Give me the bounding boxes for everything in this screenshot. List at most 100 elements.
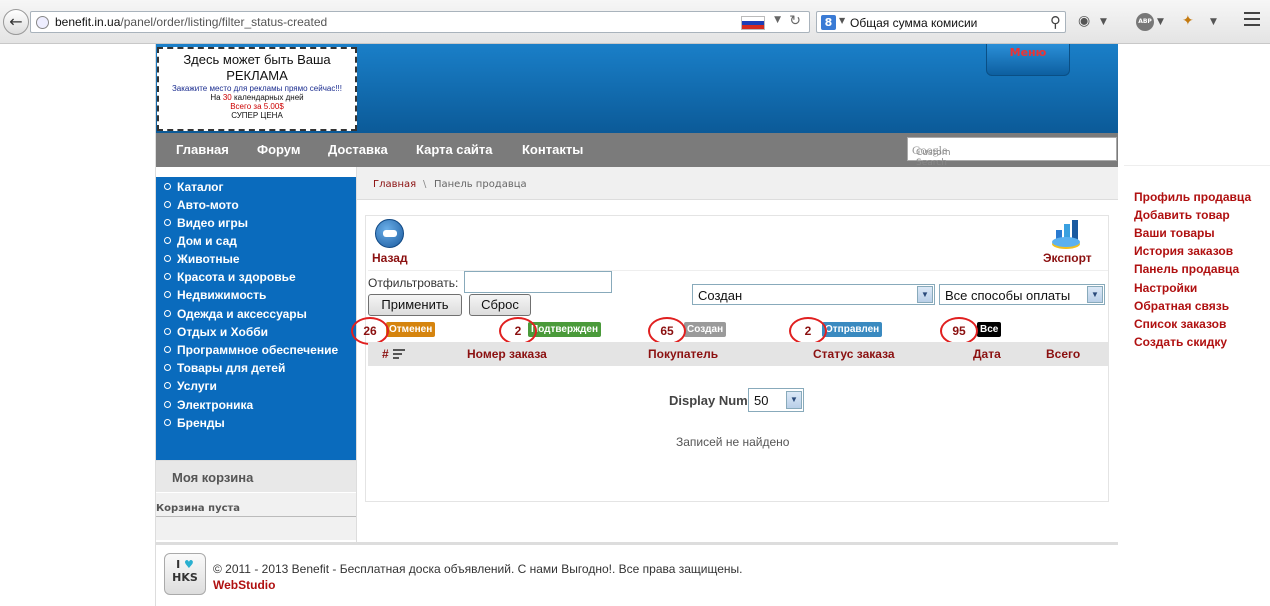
sort-icon[interactable] [393,349,405,361]
nav-forum[interactable]: Форум [257,142,300,157]
ad-title: Здесь может быть Ваша РЕКЛАМА [183,52,331,83]
back-arrow-icon[interactable] [375,219,404,248]
menu-create-discount[interactable]: Создать скидку [1134,335,1227,349]
menu-order-history[interactable]: История заказов [1134,244,1233,258]
export-button[interactable]: Экспорт [1043,251,1092,265]
eye-dropdown-icon[interactable]: ▼ [1100,17,1107,27]
payment-select[interactable]: Все способы оплаты ▼ [939,284,1105,305]
site-footer: I ♥ HKS © 2011 - 2013 Benefit - Бесплатн… [156,542,1118,606]
reload-icon[interactable]: ↻ [789,13,801,29]
bullet-icon [164,219,171,226]
empty-state-text: Записей не найдено [676,435,790,449]
column-order-number[interactable]: Номер заказа [467,347,547,361]
status-count: 95 [940,317,978,345]
status-badge-confirmed[interactable]: Подтвержден [528,322,602,337]
adblock-icon[interactable]: ABP [1136,13,1154,31]
chevron-down-icon[interactable]: ▼ [917,286,933,303]
cart-empty-text: Корзина пуста [156,503,356,517]
status-select-value: Создан [698,288,743,303]
bullet-icon [164,310,171,317]
display-num-value: 50 [754,393,769,408]
back-button[interactable]: Назад [372,251,408,265]
chevron-down-icon[interactable]: ▼ [1087,286,1103,303]
nav-home[interactable]: Главная [176,142,229,157]
category-item[interactable]: Дом и сад [164,234,237,248]
category-item[interactable]: Услуги [164,379,217,393]
column-buyer[interactable]: Покупатель [648,347,718,361]
eye-icon[interactable]: ◉ [1078,13,1090,29]
nav-contacts[interactable]: Контакты [522,142,583,157]
category-item[interactable]: Одежда и аксессуары [164,307,307,321]
search-engine-icon[interactable]: 8 [821,15,836,30]
hamburger-menu-icon[interactable] [1244,12,1260,30]
menu-seller-profile[interactable]: Профиль продавца [1134,190,1251,204]
address-bar[interactable]: benefit.in.ua/panel/order/listing/filter… [30,11,810,33]
status-badge-sent[interactable]: Отправлен [822,322,883,337]
category-item[interactable]: Каталог [164,180,224,194]
nav-delivery[interactable]: Доставка [328,142,388,157]
addon-dropdown-icon[interactable]: ▼ [1210,17,1217,27]
browser-back-icon[interactable]: ← [3,9,29,35]
menu-feedback[interactable]: Обратная связь [1134,299,1229,313]
site-header: Здесь может быть Ваша РЕКЛАМА Закажите м… [156,44,1118,133]
browser-search-bar[interactable]: 8 ▼ Общая сумма комисии ⚲ [816,11,1066,33]
adblock-dropdown-icon[interactable]: ▼ [1157,17,1164,27]
hks-logo[interactable]: I ♥ HKS [164,553,206,595]
status-badge-cancelled[interactable]: Отменен [386,322,436,337]
main-content: Главная \ Панель продавца Назад Экспорт … [351,167,1118,542]
column-date[interactable]: Дата [973,347,1001,361]
payment-select-value: Все способы оплаты [945,288,1071,303]
breadcrumb: Главная \ Панель продавца [357,167,1118,200]
category-item[interactable]: Авто-мото [164,198,239,212]
bullet-icon [164,419,171,426]
status-count: 26 [351,317,389,345]
display-num-select[interactable]: 50 ▼ [748,388,804,412]
main-nav: Главная Форум Доставка Карта сайта Конта… [156,133,1118,168]
category-item[interactable]: Отдых и Хобби [164,325,268,339]
chevron-down-icon[interactable]: ▼ [786,391,802,409]
url-text[interactable]: benefit.in.ua/panel/order/listing/filter… [55,15,327,29]
menu-tab[interactable]: Меню [986,44,1070,76]
column-total[interactable]: Всего [1046,347,1080,361]
category-item[interactable]: Видео игры [164,216,248,230]
nav-sitemap[interactable]: Карта сайта [416,142,493,157]
reset-button[interactable]: Сброс [469,294,531,316]
copyright-text: © 2011 - 2013 Benefit - Бесплатная доска… [213,562,743,576]
category-item[interactable]: Животные [164,252,240,266]
status-count: 2 [499,317,537,345]
bullet-icon [164,382,171,389]
export-chart-icon[interactable] [1050,218,1086,250]
status-count: 65 [648,317,686,345]
category-item[interactable]: Электроника [164,398,253,412]
search-engine-dropdown-icon[interactable]: ▼ [839,16,845,25]
site-search-input[interactable]: Google Custom Search [907,137,1117,168]
status-badge-all[interactable]: Все [977,322,1002,337]
category-item[interactable]: Недвижимость [164,288,266,302]
column-order-status[interactable]: Статус заказа [813,347,895,361]
ad-banner[interactable]: Здесь может быть Ваша РЕКЛАМА Закажите м… [157,47,357,131]
menu-your-products[interactable]: Ваши товары [1134,226,1215,240]
menu-add-product[interactable]: Добавить товар [1134,208,1230,222]
status-filter-row: Отменен Подтвержден Создан Отправлен Все… [351,317,1110,345]
column-number[interactable]: # [382,347,389,361]
addon-icon[interactable]: ✦ [1182,13,1194,29]
breadcrumb-home[interactable]: Главная [373,179,416,190]
status-badge-created[interactable]: Создан [684,322,727,337]
category-item[interactable]: Товары для детей [164,361,285,375]
category-item[interactable]: Программное обеспечение [164,343,338,357]
menu-settings[interactable]: Настройки [1134,281,1197,295]
apply-button[interactable]: Применить [368,294,462,316]
filter-input[interactable] [464,271,612,293]
menu-seller-panel[interactable]: Панель продавца [1134,262,1239,276]
category-item[interactable]: Красота и здоровье [164,270,296,284]
menu-order-list[interactable]: Список заказов [1134,317,1226,331]
history-dropdown-icon[interactable]: ▼ [774,15,781,25]
status-select[interactable]: Создан ▼ [692,284,935,305]
russian-flag-icon[interactable] [741,16,765,30]
search-query[interactable]: Общая сумма комисии [850,16,977,30]
category-item[interactable]: Бренды [164,416,225,430]
site-identity-icon[interactable] [36,16,49,29]
orders-table-header: # Номер заказа Покупатель Статус заказа … [368,342,1108,366]
webstudio-link[interactable]: WebStudio [213,578,275,592]
search-icon[interactable]: ⚲ [1050,13,1061,31]
